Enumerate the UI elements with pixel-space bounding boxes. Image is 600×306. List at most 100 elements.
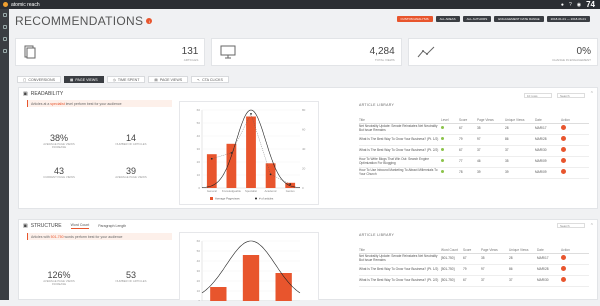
info-icon[interactable]: i (146, 18, 153, 24)
areas-filter[interactable]: ALL AREAS (435, 16, 460, 22)
user-icon[interactable]: ◉ (577, 2, 581, 8)
stats-row: 131 ARTICLES 4,284 TOTAL VIEWS 0% CHANGE… (15, 38, 598, 66)
views-value: 4,284 (369, 46, 395, 57)
monitor-icon (220, 45, 236, 59)
custom-analysis-button[interactable]: CUSTOM ANALYSIS (396, 16, 433, 22)
tab-page-views[interactable]: ▦ PAGE VIEWS (63, 76, 104, 83)
action-button-icon[interactable] (561, 169, 566, 175)
level-dot-icon (441, 159, 444, 163)
chart-icon[interactable] (2, 37, 7, 41)
x-tick-label: Specialist (245, 189, 257, 193)
level-dot-icon (441, 126, 444, 130)
article-title[interactable]: Net Neutrality Update: Senate Reinstates… (359, 253, 441, 265)
action-cell (561, 134, 589, 146)
article-title[interactable]: Net Neutrality Update: Senate Reinstates… (359, 123, 441, 135)
action-button-icon[interactable] (561, 125, 566, 131)
clock-icon: ◷ (112, 77, 116, 82)
action-cell (561, 145, 589, 157)
level-cell (441, 156, 459, 168)
structure-note: Articles with 501-750 words perform best… (27, 233, 172, 240)
tab-paragraph-length[interactable]: Paragraph Length (98, 224, 126, 229)
readability-section: ▣ READABILITY ⌃ Articles at a specialist… (18, 87, 598, 209)
home-icon[interactable] (2, 13, 7, 17)
article-title[interactable]: How To Use Inbound Marketing To Attract … (359, 167, 441, 179)
readability-chart: 0 10 20 30 40 50 60 General Knowledgeable Special… (179, 101, 319, 205)
table-row[interactable]: How To Write Blogs That Win Out: Search … (359, 156, 589, 168)
table-row[interactable]: What Is The Best Way To Grow Your Busine… (359, 134, 589, 146)
action-button-icon[interactable] (561, 255, 566, 261)
structure-icon: ▣ (23, 223, 28, 229)
tab-conversions[interactable]: ▢ CONVERSIONS (17, 76, 61, 83)
unique-views: 28 (505, 123, 535, 135)
unique-views: 86 (505, 134, 535, 146)
structure-section: ▣ STRUCTURE Word Count Paragraph Length … (18, 219, 599, 303)
tab-page-views-2[interactable]: ▤ PAGE VIEWS (148, 76, 189, 83)
library-table-2: Title Word Count Score Page Views Unique… (359, 247, 589, 287)
legend-label: # of articles (259, 197, 274, 201)
table-row[interactable]: What Is The Best Way To Grow Your Busine… (359, 275, 589, 287)
sidebar (0, 9, 9, 300)
table-row[interactable]: Net Neutrality Update: Senate Reinstates… (359, 123, 589, 135)
action-button-icon[interactable] (561, 136, 566, 142)
unique-views: 35 (505, 156, 535, 168)
action-button-icon[interactable] (561, 277, 566, 283)
y-tick-label: 60 (197, 108, 201, 112)
table-row[interactable]: What Is The Best Way To Grow Your Busine… (359, 264, 589, 276)
y-tick-label: 10 (197, 173, 201, 177)
library-title: ARTICLE LIBRARY (359, 103, 395, 107)
y-tick-label: 50 (197, 121, 201, 125)
level-dot-icon (441, 137, 444, 141)
document-icon (24, 45, 36, 59)
date-range-filter[interactable]: ENGAGEMENT DATE RANGE (494, 16, 544, 22)
article-title[interactable]: What Is The Best Way To Grow Your Busine… (359, 134, 441, 146)
bar (242, 255, 260, 301)
views-label: TOTAL VIEWS (374, 58, 395, 62)
filter-bar: CUSTOM ANALYSIS ALL AREAS ALL AUTHORS EN… (396, 16, 590, 22)
word-count: [501-750] (441, 264, 463, 276)
y-tick-label: 10 (197, 289, 201, 293)
table-row[interactable]: How To Use Inbound Marketing To Attract … (359, 167, 589, 179)
action-cell (561, 156, 589, 168)
settings-icon[interactable] (2, 49, 7, 53)
article-title[interactable]: How To Write Blogs That Win Out: Search … (359, 156, 441, 168)
article-library-2: ARTICLE LIBRARY Search Title Word Count … (359, 223, 599, 287)
y-tick-label: 40 (197, 259, 201, 263)
date-range-value[interactable]: 2018-01-01 — 2018-06-01 (546, 16, 590, 22)
action-button-icon[interactable] (561, 158, 566, 164)
tab-word-count[interactable]: Word Count (70, 223, 90, 229)
level-cell (441, 123, 459, 135)
y2-tick-label: 20 (302, 167, 306, 171)
table-row[interactable]: What Is The Best Way To Grow Your Busine… (359, 145, 589, 157)
unique-views: 37 (509, 275, 537, 287)
authors-filter[interactable]: ALL AUTHORS (462, 16, 492, 22)
article-title[interactable]: What Is The Best Way To Grow Your Busine… (359, 275, 441, 287)
notification-icon[interactable]: ● (561, 2, 564, 8)
tab-time-spent[interactable]: ◷ TIME SPENT (106, 76, 146, 83)
article-title[interactable]: What Is The Best Way To Grow Your Busine… (359, 145, 441, 157)
score: 67 (459, 123, 477, 135)
search-input-2[interactable]: Search (557, 223, 585, 228)
action-button-icon[interactable] (561, 147, 566, 153)
logo[interactable]: atomic reach (3, 2, 40, 8)
article-title[interactable]: What Is The Best Way To Grow Your Busine… (359, 264, 441, 276)
library-title-2: ARTICLE LIBRARY (359, 233, 395, 237)
date: MAR/09 (535, 156, 561, 168)
metric-increase: 38% AVERAGE PAGE VIEWS INCREASE (43, 133, 75, 150)
action-button-icon[interactable] (561, 266, 566, 272)
article-library: ARTICLE LIBRARY 10 rows Search Title Lev… (359, 93, 599, 179)
search-input[interactable]: Search (557, 93, 585, 98)
engagement-stat: 0% CHANGE IN ENGAGEMENT (407, 38, 598, 66)
articles-label: ARTICLES (183, 58, 199, 62)
metric-tabs: ▢ CONVERSIONS ▦ PAGE VIEWS ◷ TIME SPENT ▤ PA… (17, 76, 229, 83)
articles-icon[interactable] (2, 25, 7, 29)
tab-cta-clicks[interactable]: ↖ CTA CLICKS (191, 76, 229, 83)
action-cell (561, 264, 589, 276)
table-row[interactable]: Net Neutrality Update: Senate Reinstates… (359, 253, 589, 265)
help-icon[interactable]: ? (569, 2, 572, 8)
page-views: 97 (481, 264, 509, 276)
page-views: 97 (477, 134, 505, 146)
legend-swatch (255, 197, 257, 200)
rows-select[interactable]: 10 rows (524, 93, 552, 98)
word-count: [501-750] (441, 253, 463, 265)
y-tick-label: 20 (197, 160, 201, 164)
